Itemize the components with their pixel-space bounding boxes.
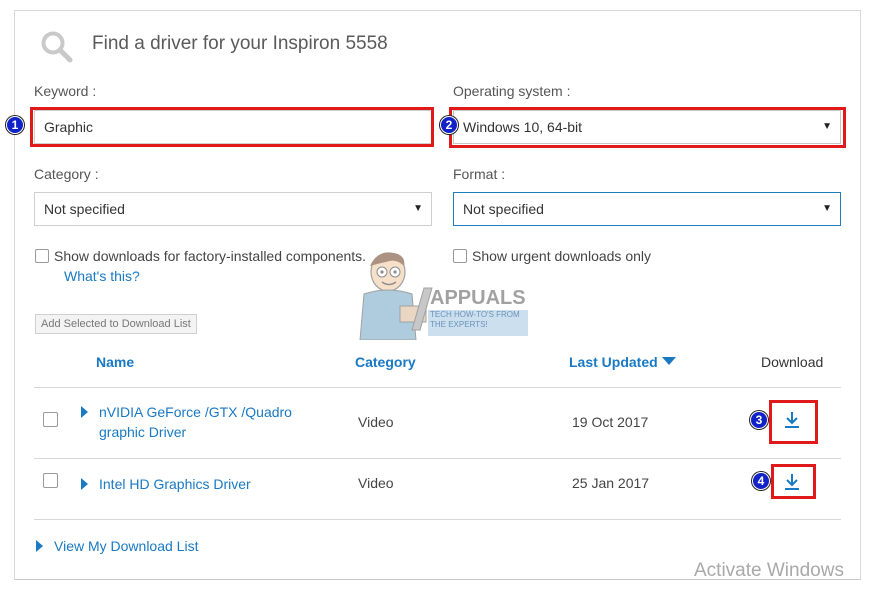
marker-4: 4 [752,472,770,490]
factory-installed-label: Show downloads for factory-installed com… [54,248,367,264]
table-divider [34,519,841,520]
column-header-name[interactable]: Name [96,354,134,370]
download-icon[interactable] [782,472,802,492]
driver-category: Video [358,414,394,430]
page-title: Find a driver for your Inspiron 5558 [92,33,388,54]
factory-installed-checkbox[interactable] [35,249,49,263]
watermark-brand: APPUALS [430,287,526,309]
chevron-down-icon: ▼ [413,203,423,214]
chevron-down-icon: ▼ [822,203,832,214]
category-value: Not specified [44,201,125,217]
download-icon[interactable] [782,410,802,430]
driver-last-updated: 25 Jan 2017 [572,475,650,491]
search-icon [41,31,73,63]
column-header-last-updated[interactable]: Last Updated [569,354,676,370]
category-select[interactable]: Not specified ▼ [34,192,432,226]
whats-this-link[interactable]: What's this? [64,268,140,284]
sort-descending-icon [661,357,676,365]
row-checkbox[interactable] [43,412,58,427]
os-value: Windows 10, 64-bit [463,119,583,135]
activate-windows-overlay: Activate Windows [694,560,844,581]
keyword-value: Graphic [44,119,94,135]
column-header-download: Download [761,354,824,370]
chevron-down-icon: ▼ [822,121,832,132]
marker-3: 3 [750,411,768,429]
expand-row-icon[interactable] [81,478,88,490]
os-select[interactable]: Windows 10, 64-bit ▼ [453,110,841,144]
view-download-list-link[interactable]: View My Download List [54,538,198,554]
os-label: Operating system : [453,83,571,99]
format-label: Format : [453,166,506,182]
driver-name-link[interactable]: nVIDIA GeForce /GTX /Quadro graphic Driv… [99,402,309,442]
column-header-category[interactable]: Category [355,354,416,370]
expand-list-icon[interactable] [36,540,43,552]
table-divider [34,458,841,459]
format-select[interactable]: Not specified ▼ [453,192,841,226]
driver-last-updated: 19 Oct 2017 [572,414,649,430]
watermark-tagline: TECH HOW-TO'S FROM THE EXPERTS! [430,310,520,329]
keyword-label: Keyword : [34,83,97,99]
driver-name-link[interactable]: Intel HD Graphics Driver [99,474,309,494]
row-checkbox[interactable] [43,473,58,488]
appuals-watermark-logo: APPUALS TECH HOW-TO'S FROM THE EXPERTS! [359,252,528,340]
marker-1: 1 [6,116,24,134]
category-label: Category : [34,166,99,182]
keyword-input[interactable]: Graphic [34,110,432,144]
marker-2: 2 [440,116,458,134]
add-selected-button[interactable]: Add Selected to Download List [35,314,197,334]
expand-row-icon[interactable] [81,406,88,418]
last-updated-label: Last Updated [569,354,658,370]
driver-category: Video [358,475,394,491]
table-divider [34,387,841,388]
format-value: Not specified [463,201,544,217]
